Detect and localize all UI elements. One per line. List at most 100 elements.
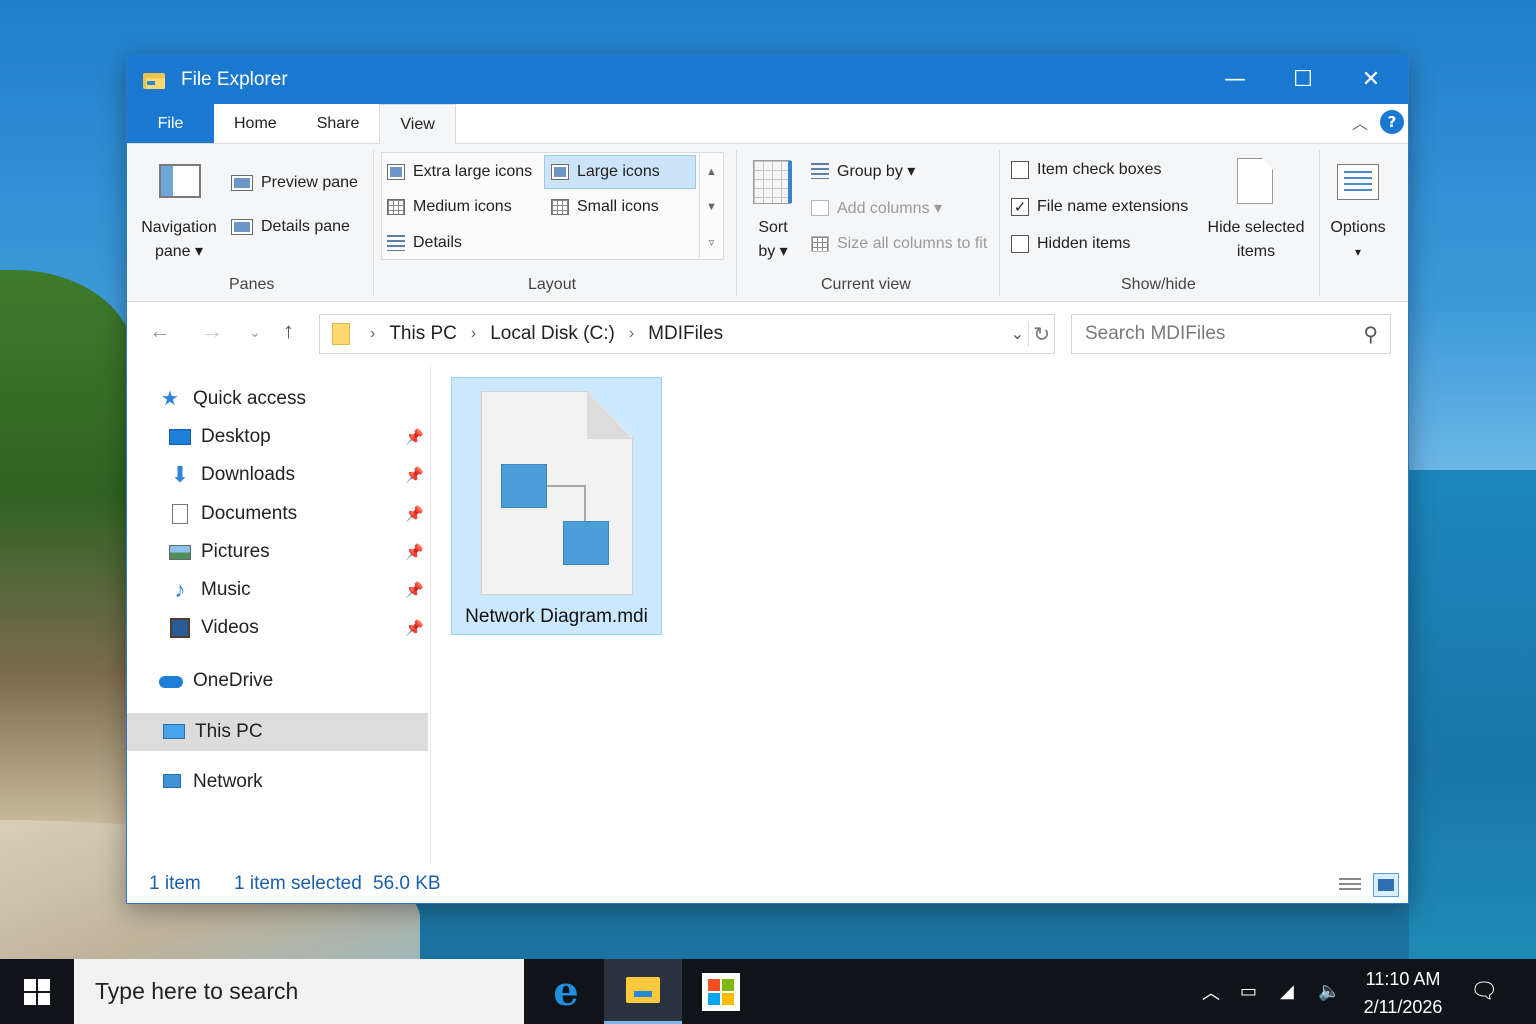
options-caret: ▾ [1354, 245, 1362, 259]
nav-desktop[interactable]: Desktop [169, 418, 470, 456]
file-item[interactable]: Network Diagram.mdi [451, 377, 662, 635]
layout-option-label: Medium icons [413, 198, 512, 215]
recent-locations-icon[interactable]: ⌄ [249, 324, 261, 341]
minimize-button[interactable]: — [1201, 55, 1269, 104]
large-icons-icon [551, 164, 569, 180]
nav-label: Downloads [201, 464, 295, 485]
group-label-layout: Layout [528, 276, 577, 293]
layout-small-icons[interactable]: Small icons [551, 198, 659, 216]
nav-documents[interactable]: Documents [169, 495, 470, 533]
crumb-local-disk[interactable]: Local Disk (C:) [490, 323, 615, 345]
address-row: ← → ⌄ ↑ › This PC › Local Disk (C:) › MD… [127, 302, 1408, 364]
store-icon [702, 972, 740, 1011]
pin-icon[interactable]: 📌 [405, 581, 424, 599]
start-button[interactable] [0, 959, 74, 1024]
tab-share[interactable]: Share [297, 104, 380, 143]
refresh-icon[interactable]: ↻ [1028, 321, 1050, 347]
ribbon-separator [999, 150, 1000, 296]
nav-quick-access[interactable]: ★ Quick access [161, 380, 462, 418]
nav-music[interactable]: ♪ Music [169, 571, 470, 609]
forward-arrow-icon[interactable]: → [201, 318, 223, 344]
item-check-boxes-toggle[interactable]: Item check boxes [1011, 161, 1162, 179]
up-arrow-icon[interactable]: ↑ [283, 318, 294, 344]
hidden-items-toggle[interactable]: Hidden items [1011, 235, 1130, 253]
pin-icon[interactable]: 📌 [405, 466, 424, 484]
title-bar[interactable]: File Explorer — ☐ ✕ [127, 55, 1408, 104]
network-icon [161, 772, 183, 792]
large-icons-view-icon[interactable] [1373, 873, 1399, 897]
address-dropdown-icon[interactable]: ⌄ [1011, 324, 1024, 344]
back-arrow-icon[interactable]: ← [149, 318, 171, 344]
maximize-button[interactable]: ☐ [1269, 55, 1337, 104]
navigation-pane-label: Navigation [141, 219, 217, 236]
crumb-mdifiles[interactable]: MDIFiles [648, 323, 723, 345]
size-columns-button[interactable]: Size all columns to fit [811, 235, 987, 253]
details-view-icon[interactable] [1337, 873, 1363, 897]
file-name-extensions-toggle[interactable]: ✓ File name extensions [1011, 198, 1188, 216]
diagram-node [501, 464, 547, 508]
tab-home[interactable]: Home [214, 104, 297, 143]
folder-icon [332, 323, 350, 345]
nav-label: Pictures [201, 541, 270, 562]
help-icon[interactable]: ? [1380, 110, 1404, 134]
crumb-this-pc[interactable]: This PC [389, 323, 457, 345]
preview-pane-label: Preview pane [261, 174, 358, 191]
ribbon-view: Navigation pane ▾ Preview pane Details p… [127, 144, 1408, 302]
nav-pictures[interactable]: Pictures [169, 533, 470, 571]
volume-icon[interactable]: 🔈 [1318, 959, 1340, 1024]
battery-icon[interactable]: ▭ [1240, 959, 1257, 1024]
edge-app-button[interactable]: e [527, 959, 605, 1024]
store-app-button[interactable] [682, 959, 760, 1024]
file-explorer-app-button[interactable] [604, 959, 682, 1024]
cloud-icon [159, 671, 183, 691]
layout-medium-icons[interactable]: Medium icons [387, 198, 512, 216]
address-bar[interactable]: › This PC › Local Disk (C:) › MDIFiles ⌄… [319, 314, 1055, 354]
search-icon[interactable]: ⚲ [1363, 322, 1378, 347]
layout-extra-large-icons[interactable]: Extra large icons [387, 163, 532, 181]
item-check-boxes-checkbox[interactable] [1011, 161, 1029, 179]
file-name-extensions-checkbox[interactable]: ✓ [1011, 198, 1029, 216]
chevron-right-icon[interactable]: › [471, 325, 476, 343]
chevron-down-icon[interactable]: ▼ [706, 201, 717, 213]
taskbar-search[interactable]: Type here to search [74, 959, 524, 1024]
taskbar-search-input[interactable]: Type here to search [95, 978, 298, 1005]
tab-file[interactable]: File [127, 104, 214, 143]
show-hidden-icons-icon[interactable]: ︿ [1202, 959, 1220, 1024]
nav-onedrive[interactable]: OneDrive [159, 662, 460, 700]
chevron-right-icon[interactable]: › [629, 325, 634, 343]
collapse-ribbon-icon[interactable]: ︿ [1352, 110, 1368, 134]
layout-large-icons[interactable]: Large icons [551, 163, 660, 181]
hidden-items-checkbox[interactable] [1011, 235, 1029, 253]
close-button[interactable]: ✕ [1337, 55, 1405, 104]
star-icon: ★ [161, 388, 179, 410]
pin-icon[interactable]: 📌 [405, 505, 424, 523]
action-center-icon[interactable]: 🗨 [1470, 959, 1498, 1024]
preview-pane-button[interactable]: Preview pane [231, 174, 358, 192]
search-box[interactable]: Search MDIFiles ⚲ [1071, 314, 1391, 354]
layout-details[interactable]: Details [387, 234, 462, 252]
details-pane-button[interactable]: Details pane [231, 218, 350, 236]
wifi-icon[interactable]: ◢ [1280, 959, 1294, 1024]
layout-option-label: Extra large icons [413, 163, 533, 180]
nav-network[interactable]: Network [161, 763, 462, 801]
pin-icon[interactable]: 📌 [405, 428, 424, 446]
system-clock[interactable]: 11:10 AM 2/11/2026 [1350, 965, 1456, 1021]
expand-gallery-icon[interactable]: ▿ [709, 236, 715, 249]
nav-videos[interactable]: Videos [169, 609, 470, 647]
add-columns-button[interactable]: Add columns ▾ [811, 198, 942, 218]
chevron-right-icon[interactable]: › [370, 325, 375, 343]
pane-divider[interactable] [430, 364, 431, 864]
nav-this-pc[interactable]: This PC [127, 713, 428, 751]
search-input[interactable]: Search MDIFiles [1085, 323, 1225, 345]
small-icons-icon [551, 199, 569, 215]
nav-label: Quick access [193, 388, 306, 409]
layout-scroll[interactable]: ▲ ▼ ▿ [699, 154, 723, 260]
pin-icon[interactable]: 📌 [405, 543, 424, 561]
group-by-button[interactable]: Group by ▾ [811, 161, 915, 181]
pin-icon[interactable]: 📌 [405, 619, 424, 637]
chevron-up-icon[interactable]: ▲ [706, 166, 717, 178]
desktop-sea [1409, 470, 1536, 960]
window-title: File Explorer [181, 68, 288, 90]
tab-view[interactable]: View [379, 104, 456, 144]
nav-downloads[interactable]: ⬇ Downloads [169, 456, 470, 494]
